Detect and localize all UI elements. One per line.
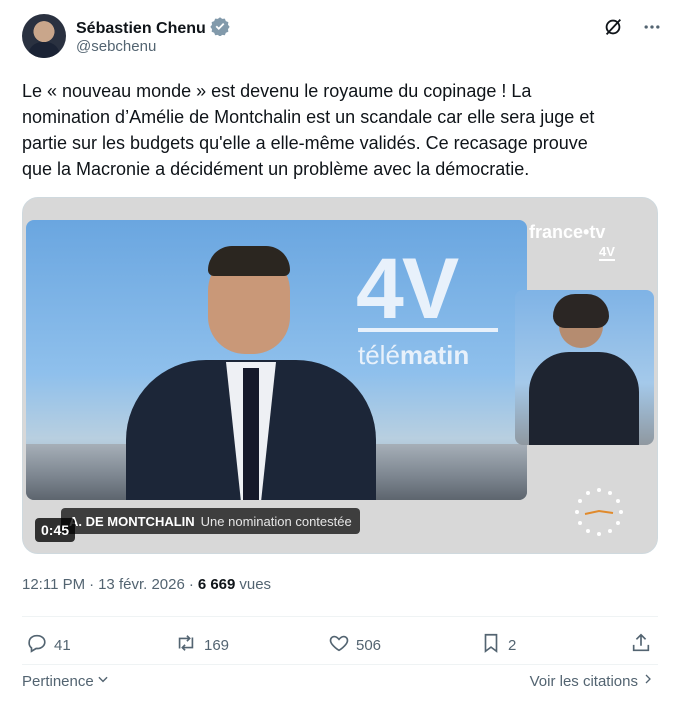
repost-count: 169	[204, 636, 230, 654]
channel-logo: france•tv	[529, 222, 606, 242]
verified-badge-icon	[210, 16, 230, 41]
avatar[interactable]	[22, 14, 66, 58]
bookmark-count: 2	[508, 636, 517, 654]
divider	[22, 616, 658, 617]
repost-icon	[174, 632, 198, 658]
share-icon	[630, 632, 652, 658]
tweet-text: Le « nouveau monde » est devenu le royau…	[22, 78, 658, 182]
tweet-line: nomination d’Amélie de Montchalin est un…	[22, 107, 595, 127]
video-timecode: 0:45	[35, 518, 76, 542]
view-quotes-link[interactable]: Voir les citations	[530, 672, 654, 690]
meta-separator: ·	[188, 576, 194, 593]
reply-button[interactable]: 41	[26, 632, 71, 658]
author-name[interactable]: Sébastien Chenu	[76, 20, 206, 38]
show-suffix: matin	[399, 340, 470, 370]
tweet-date[interactable]: 13 févr. 2026	[98, 576, 185, 593]
replies-toolbar: Pertinence Voir les citations	[22, 670, 658, 692]
bookmark-button[interactable]: 2	[480, 632, 516, 658]
sort-label: Pertinence	[22, 672, 94, 690]
reply-count: 41	[54, 636, 71, 654]
heart-icon	[328, 632, 350, 658]
lower-third-subtitle: Une nomination contestée	[200, 513, 352, 529]
like-count: 506	[356, 636, 382, 654]
grok-icon[interactable]	[602, 16, 624, 43]
share-button[interactable]	[630, 632, 652, 658]
video-player[interactable]: 4V télématin france•tv 4V A. DE MONTCHAL…	[22, 197, 658, 554]
more-options-icon[interactable]	[642, 17, 662, 42]
speaker-figure	[126, 246, 376, 500]
meta-separator: ·	[89, 576, 95, 593]
reply-icon	[26, 632, 48, 658]
tweet-line: que la Macronie a décidément un problème…	[22, 159, 530, 179]
chevron-down-icon	[96, 672, 110, 690]
clock-icon	[571, 484, 627, 540]
sign-language-inset	[515, 290, 654, 445]
tweet-line: Le « nouveau monde » est devenu le royau…	[22, 81, 532, 101]
views-count: 6 669	[197, 576, 236, 593]
lower-third-name: A. DE MONTCHALIN	[69, 513, 195, 529]
chevron-right-icon	[642, 672, 654, 690]
repost-button[interactable]: 169	[174, 632, 229, 658]
channel-sub-logo: 4V	[599, 244, 615, 261]
view-quotes-label: Voir les citations	[529, 672, 638, 690]
divider	[22, 664, 658, 665]
studio-divider	[358, 328, 498, 332]
tweet-line: partie sur les budgets qu'elle a elle-mê…	[22, 133, 588, 153]
author-handle[interactable]: @sebchenu	[76, 38, 156, 55]
sort-dropdown[interactable]: Pertinence	[22, 672, 110, 690]
lower-third-banner: A. DE MONTCHALIN Une nomination contesté…	[61, 508, 360, 534]
header-icons	[602, 16, 662, 43]
action-bar: 41 169 506 2	[22, 632, 662, 660]
tweet-meta: 12:11 PM · 13 févr. 2026 · 6 669 vues	[22, 576, 271, 593]
like-button[interactable]: 506	[328, 632, 381, 658]
tweet-time[interactable]: 12:11 PM	[22, 576, 85, 593]
views-label: vues	[239, 576, 272, 593]
video-main-frame: 4V télématin	[26, 220, 527, 500]
tweet-header: Sébastien Chenu @sebchenu	[22, 14, 662, 62]
bookmark-icon	[480, 632, 502, 658]
